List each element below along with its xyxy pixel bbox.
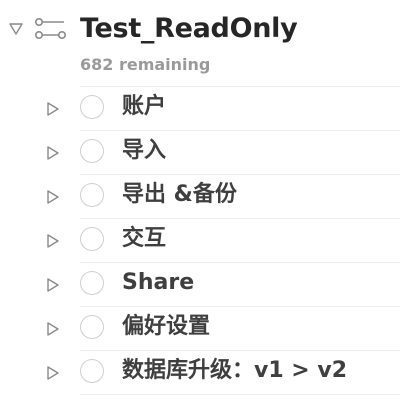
status-circle-checkbox[interactable] — [80, 271, 104, 295]
list-item[interactable]: Share — [0, 263, 400, 307]
status-circle-checkbox[interactable] — [80, 315, 104, 339]
list-item-label[interactable]: Share — [122, 268, 194, 298]
disclosure-triangle-collapsed-icon[interactable] — [46, 234, 60, 248]
disclosure-triangle-collapsed-icon[interactable] — [46, 366, 60, 380]
list-item[interactable]: 导入 — [0, 131, 400, 175]
row-divider — [80, 394, 400, 395]
list-item-label[interactable]: 偏好设置 — [122, 312, 210, 342]
list-item-label[interactable]: 账户 — [122, 92, 166, 122]
status-circle-checkbox[interactable] — [80, 183, 104, 207]
disclosure-triangle-collapsed-icon[interactable] — [46, 322, 60, 336]
list-item[interactable]: 导出 &备份 — [0, 175, 400, 219]
disclosure-triangle-collapsed-icon[interactable] — [46, 278, 60, 292]
disclosure-triangle-collapsed-icon[interactable] — [46, 102, 60, 116]
list-item-label[interactable]: 导出 &备份 — [122, 180, 237, 210]
disclosure-triangle-collapsed-icon[interactable] — [46, 146, 60, 160]
disclosure-triangle-expanded-icon[interactable] — [9, 22, 23, 36]
project-title[interactable]: Test_ReadOnly — [80, 10, 298, 48]
list-item[interactable]: 账户 — [0, 87, 400, 131]
list-item[interactable]: 数据库升级：v1 > v2 — [0, 351, 400, 395]
list-item[interactable]: 交互 — [0, 219, 400, 263]
status-circle-checkbox[interactable] — [80, 95, 104, 119]
project-nodes-icon — [34, 17, 66, 40]
status-circle-checkbox[interactable] — [80, 227, 104, 251]
list-item-label[interactable]: 数据库升级：v1 > v2 — [122, 356, 347, 386]
disclosure-triangle-collapsed-icon[interactable] — [46, 190, 60, 204]
status-circle-checkbox[interactable] — [80, 139, 104, 163]
project-header[interactable]: Test_ReadOnly 682 remaining — [0, 0, 400, 84]
action-list: 账户 导入 导出 &备份 交互 Share 偏好设置 数据库升级：v1 > v2 — [0, 87, 400, 395]
remaining-count: 682 remaining — [80, 55, 211, 74]
list-item-label[interactable]: 交互 — [122, 224, 166, 254]
list-item[interactable]: 偏好设置 — [0, 307, 400, 351]
status-circle-checkbox[interactable] — [80, 359, 104, 383]
list-item-label[interactable]: 导入 — [122, 136, 166, 166]
